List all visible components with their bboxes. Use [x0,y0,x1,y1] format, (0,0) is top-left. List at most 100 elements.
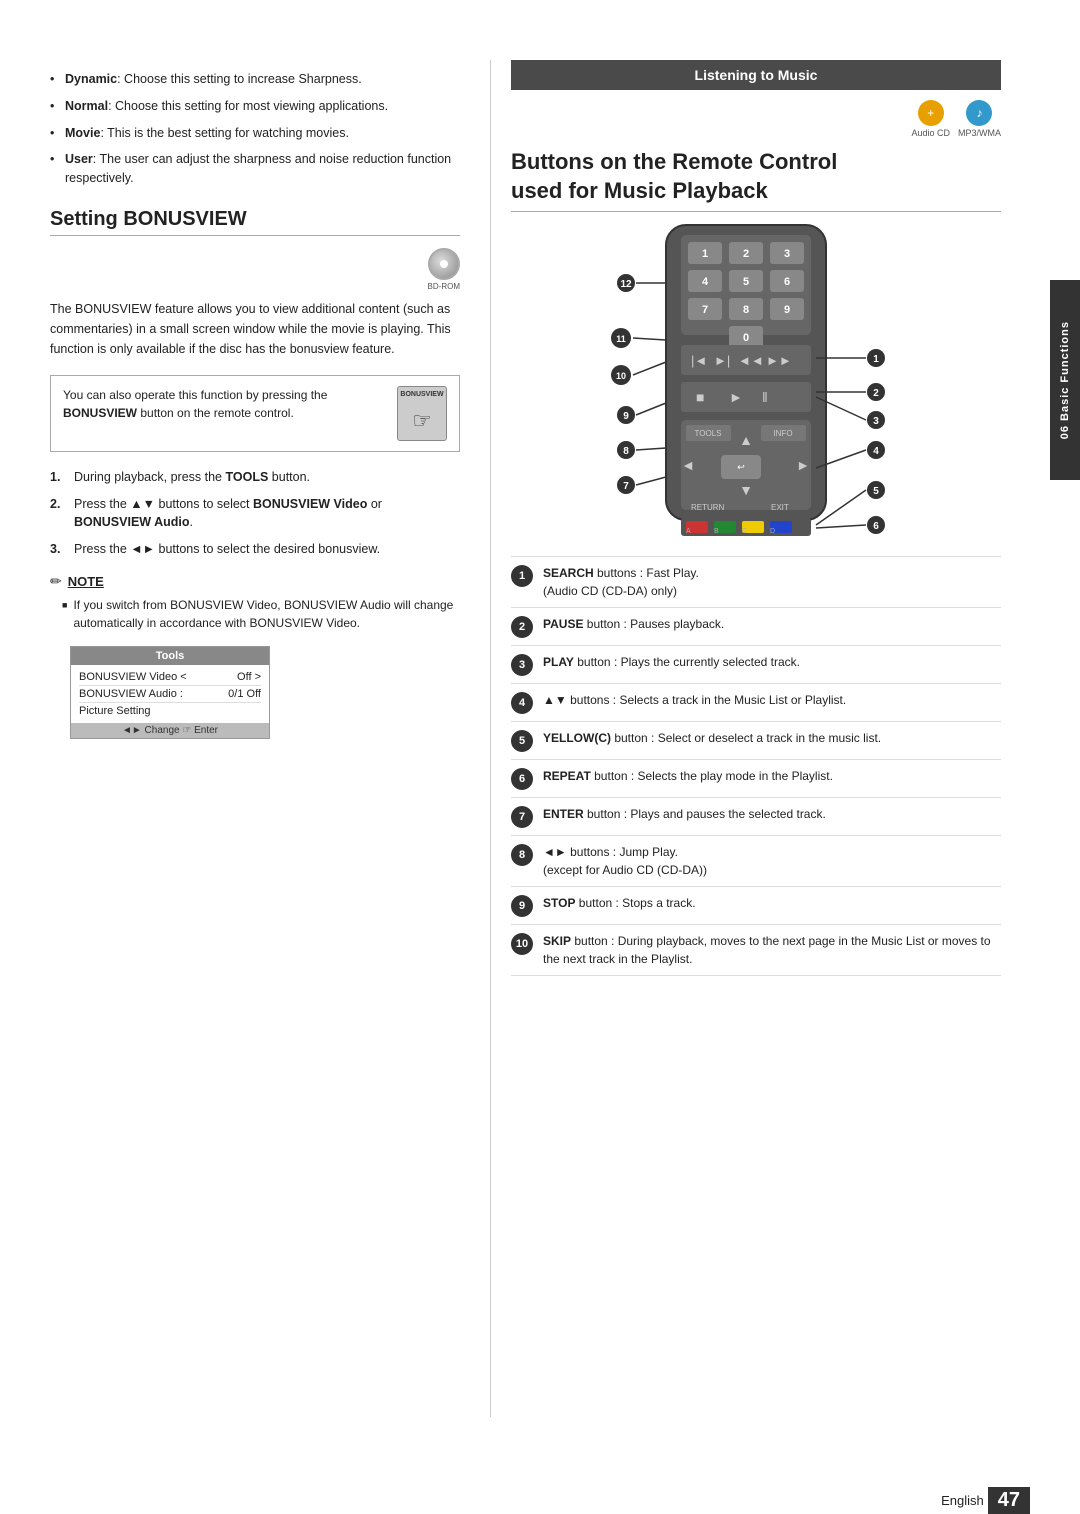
mp3-wma-circle: ♪ [966,100,992,126]
remote-svg: 1 2 3 4 5 6 7 8 [566,220,946,540]
step-3-text: Press the ◄► buttons to select the desir… [74,540,380,559]
tools-row-3: Picture Setting [79,703,261,719]
btn-8-text: buttons : Jump Play. [567,845,678,859]
btn-desc-5: 5 YELLOW(C) button : Select or deselect … [511,722,1001,760]
svg-text:D: D [770,528,775,535]
audio-cd-label: Audio CD [911,128,950,138]
btn-9-text: button : Stops a track. [575,896,695,910]
bullet-list: Dynamic: Choose this setting to increase… [50,70,460,188]
btn-10-text: button : During playback, moves to the n… [543,934,991,966]
tools-row-2: BONUSVIEW Audio : 0/1 Off [79,686,261,703]
bonusview-button-image: BONUSVIEW ☞ [397,386,447,441]
svg-text:►|: ►| [714,353,730,368]
step-1-text: During playback, press the TOOLS button. [74,468,310,487]
tools-row-2-value: 0/1 Off [228,688,261,700]
bonusview-note-box: You can also operate this function by pr… [50,375,460,452]
note-box-bold: BONUSVIEW [63,406,137,420]
mp3-wma-label: MP3/WMA [958,128,1001,138]
btn-circle-1: 1 [511,565,533,587]
btn-1-sub: (Audio CD (CD-DA) only) [543,584,677,598]
svg-text:C: C [742,528,747,535]
svg-text:7: 7 [702,304,708,316]
btn-desc-5-text: YELLOW(C) button : Select or deselect a … [543,729,881,747]
steps-list: 1. During playback, press the TOOLS butt… [50,468,460,559]
note-box-text: You can also operate this function by pr… [63,386,387,422]
btn-6-text: button : Selects the play mode in the Pl… [591,769,833,783]
btn-desc-1-text: SEARCH buttons : Fast Play. (Audio CD (C… [543,564,699,600]
svg-text:3: 3 [784,248,790,260]
step-2-num: 2. [50,495,66,533]
svg-text:1: 1 [873,354,879,365]
btn-desc-4: 4 ▲▼ buttons : Selects a track in the Mu… [511,684,1001,722]
button-descriptions-list: 1 SEARCH buttons : Fast Play. (Audio CD … [511,556,1001,976]
right-main-heading: Buttons on the Remote Control used for M… [511,148,1001,212]
bullet-term-dynamic: Dynamic [65,72,117,86]
svg-text:◄◄: ◄◄ [738,353,764,368]
note-section: ✏ NOTE If you switch from BONUSVIEW Vide… [50,573,460,632]
btn-8-sub: (except for Audio CD (CD-DA)) [543,863,707,877]
note-bullet-1: If you switch from BONUSVIEW Video, BONU… [62,596,460,632]
btn-desc-7-text: ENTER button : Plays and pauses the sele… [543,805,826,823]
svg-text:7: 7 [623,481,629,492]
bonusview-hand-icon: ☞ [412,404,432,437]
svg-text:6: 6 [784,276,790,288]
btn-7-text: button : Plays and pauses the selected t… [584,807,826,821]
bonusview-description: The BONUSVIEW feature allows you to view… [50,299,460,359]
btn-desc-6-text: REPEAT button : Selects the play mode in… [543,767,833,785]
tools-row-1-value: Off > [237,671,261,683]
btn-circle-7: 7 [511,806,533,828]
btn-6-bold: REPEAT [543,769,591,783]
btn-4-text: buttons : Selects a track in the Music L… [567,693,846,707]
svg-text:1: 1 [702,248,708,260]
btn-desc-9: 9 STOP button : Stops a track. [511,887,1001,925]
btn-circle-9: 9 [511,895,533,917]
svg-text:11: 11 [616,334,626,344]
btn-desc-4-text: ▲▼ buttons : Selects a track in the Musi… [543,691,846,709]
page-number: 47 [988,1487,1030,1514]
media-icons-row: + Audio CD ♪ MP3/WMA [511,100,1001,138]
svg-text:▼: ▼ [739,482,753,498]
bonusview-heading: Setting BONUSVIEW [50,208,460,236]
svg-text:9: 9 [623,411,629,422]
btn-circle-3: 3 [511,654,533,676]
bullet-desc-movie: : This is the best setting for watching … [100,126,349,140]
svg-text:▲: ▲ [739,432,753,448]
svg-text:|◄: |◄ [691,353,707,368]
btn-1-bold: SEARCH [543,566,594,580]
step-2: 2. Press the ▲▼ buttons to select BONUSV… [50,495,460,533]
svg-text:►: ► [796,457,810,473]
step-2-bold2: BONUSVIEW Audio [74,515,190,529]
btn-desc-8-text: ◄► buttons : Jump Play. (except for Audi… [543,843,707,879]
btn-4-bold: ▲▼ [543,693,567,707]
svg-text:4: 4 [702,276,709,288]
note-box-text1: You can also operate this function by pr… [63,388,327,402]
svg-text:■: ■ [696,389,704,405]
bullet-item-dynamic: Dynamic: Choose this setting to increase… [50,70,460,89]
svg-text:5: 5 [873,486,879,497]
audio-cd-circle: + [918,100,944,126]
bullet-term-normal: Normal [65,99,108,113]
svg-text:‖: ‖ [762,389,768,405]
svg-text:6: 6 [873,521,879,532]
tools-table: Tools BONUSVIEW Video < Off > BONUSVIEW … [70,646,270,739]
bullet-desc-normal: : Choose this setting for most viewing a… [108,99,388,113]
btn-2-text: button : Pauses playback. [583,617,724,631]
bullet-desc-dynamic: : Choose this setting to increase Sharpn… [117,72,362,86]
btn-desc-9-text: STOP button : Stops a track. [543,894,696,912]
svg-text:◄: ◄ [681,457,695,473]
bullet-term-user: User [65,152,93,166]
svg-text:↩: ↩ [737,462,745,472]
btn-2-bold: PAUSE [543,617,583,631]
bullet-item-normal: Normal: Choose this setting for most vie… [50,97,460,116]
step-1-num: 1. [50,468,66,487]
btn-5-bold: YELLOW(C) [543,731,611,745]
btn-circle-5: 5 [511,730,533,752]
svg-text:TOOLS: TOOLS [695,429,722,438]
step-2-text: Press the ▲▼ buttons to select BONUSVIEW… [74,495,460,533]
mp3-wma-icon: ♪ MP3/WMA [958,100,1001,138]
tools-table-body: BONUSVIEW Video < Off > BONUSVIEW Audio … [71,665,269,723]
step-1: 1. During playback, press the TOOLS butt… [50,468,460,487]
btn-desc-2: 2 PAUSE button : Pauses playback. [511,608,1001,646]
audio-cd-icon: + Audio CD [911,100,950,138]
bullet-item-user: User: The user can adjust the sharpness … [50,150,460,188]
